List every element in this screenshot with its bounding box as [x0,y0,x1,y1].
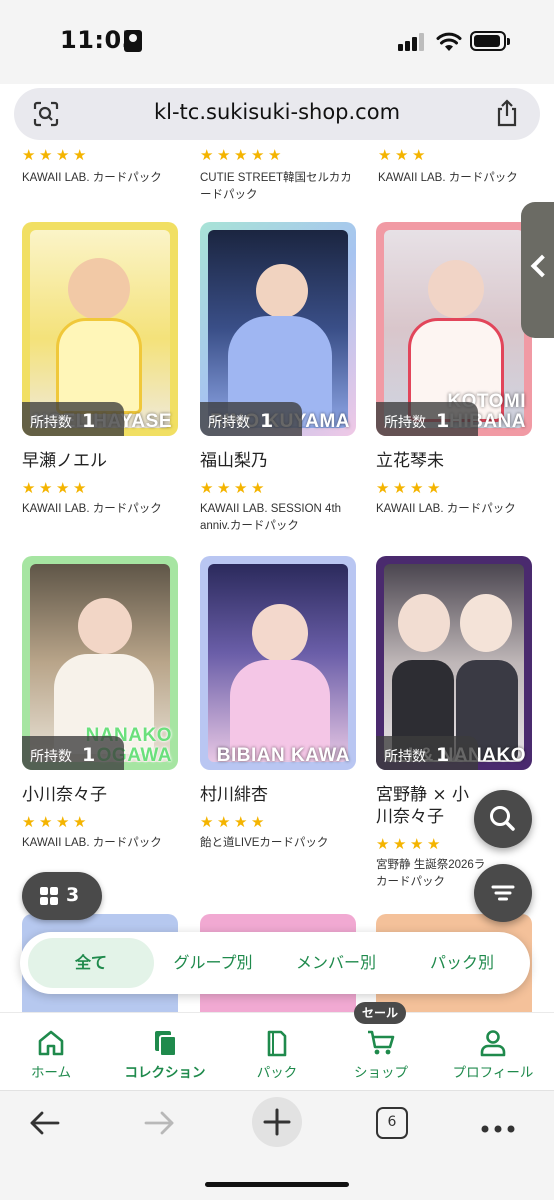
battery-icon [470,31,510,51]
member-name: 小川奈々子 [22,785,107,805]
pack-name: KAWAII LAB. カードパック [378,172,518,184]
side-drawer-handle[interactable] [521,202,554,338]
wifi-icon [436,32,462,51]
plus-icon [263,1108,291,1136]
pack-name: CUTIE STREET韓国セルカカードパック [200,172,352,201]
back-icon[interactable] [26,1105,62,1141]
rarity-stars: ★ ★ ★ ★ [200,479,265,497]
more-icon[interactable] [480,1119,516,1138]
card-photo [208,230,348,428]
list-item[interactable]: ★ ★ ★ ★ ★ CUTIE STREET韓国セルカカードパック [200,148,360,204]
list-item[interactable]: ★ ★ ★ ★ KAWAII LAB. カードパック [22,148,182,187]
bottom-navigation: ホーム コレクション パック ショップ プロフィール [0,1012,554,1090]
pack-name: 宮野静 生誕祭2026ラ カードパック [376,859,486,888]
tab-by-member[interactable]: メンバー別 [272,938,400,988]
home-indicator [205,1182,349,1187]
sale-badge: セール [354,1002,406,1024]
member-card[interactable]: NOEL HAYASE 所持数1 [22,222,178,436]
filter-icon [491,885,515,901]
card-photo [30,230,170,428]
share-icon[interactable] [494,98,520,128]
rarity-stars: ★ ★ ★ ★ [22,813,87,831]
member-card[interactable]: BIBIAN KAWA [200,556,356,770]
filter-tabs: 全て グループ別 メンバー別 パック別 [20,932,530,994]
grid-icon [40,887,58,905]
home-icon [38,1030,64,1056]
rarity-stars: ★ ★ ★ [378,146,426,164]
member-card[interactable]: RINO KUYAMA 所持数1 [200,222,356,436]
owned-count-badge: 所持数 1 [200,402,302,436]
rarity-stars: ★ ★ ★ ★ [200,813,265,831]
member-name: 立花琴未 [376,451,444,471]
search-icon [490,806,515,831]
pack-name: KAWAII LAB. カードパック [376,503,516,515]
nav-profile[interactable]: プロフィール [438,1029,548,1081]
card-photo [384,564,524,762]
grid-layout-toggle[interactable]: 3 [22,872,102,920]
url-text[interactable]: kl-tc.sukisuki-shop.com [14,100,540,124]
pack-name: 飴と道LIVEカードパック [200,837,329,849]
new-tab-button[interactable] [252,1097,302,1147]
member-card[interactable]: NANAKO OGAWA 所持数 1 [22,556,178,770]
rarity-stars: ★ ★ ★ ★ [376,835,441,853]
nav-home[interactable]: ホーム [0,1029,106,1081]
card-photo [208,564,348,762]
tab-by-pack[interactable]: パック別 [400,938,524,988]
list-item[interactable]: 村川緋杏 ★ ★ ★ ★ 飴と道LIVEカードパック [200,784,360,852]
list-item[interactable]: 小川奈々子 ★ ★ ★ ★ KAWAII LAB. カードパック [22,784,182,852]
list-item[interactable]: 福山梨乃 ★ ★ ★ ★ KAWAII LAB. SESSION 4th anniv.… [200,450,360,535]
member-name: 早瀬ノエル [22,451,107,471]
owned-count-badge: 所持数 1 [22,402,124,436]
tab-by-group[interactable]: グループ別 [154,938,272,988]
card-name: BIBIAN KAWA [216,745,350,766]
member-card[interactable]: KOTOMI HIBANA 所持数 1 [376,222,532,436]
rarity-stars: ★ ★ ★ ★ [22,146,87,164]
owned-count-badge: 所持数 1 [376,736,478,770]
member-card[interactable]: I & NANAKO 所持数1 [376,556,532,770]
pack-icon [267,1030,287,1057]
nav-shop[interactable]: ショップ [326,1029,436,1081]
cart-icon [368,1030,395,1055]
rarity-stars: ★ ★ ★ ★ [22,479,87,497]
list-item[interactable]: ★ ★ ★ KAWAII LAB. カードパック [378,148,538,187]
rarity-stars: ★ ★ ★ ★ ★ [200,146,282,164]
contact-badge-icon [124,30,142,52]
pack-name: KAWAII LAB. カードパック [22,503,162,515]
member-name: 村川緋杏 [200,785,268,805]
owned-count-badge: 所持数 1 [376,402,478,436]
pack-name: KAWAII LAB. カードパック [22,837,162,849]
list-item[interactable]: 宮野静 × 小川奈々子 ★ ★ ★ ★ 宮野静 生誕祭2026ラ カードパック [376,784,486,891]
owned-count-badge: 所持数 1 [22,736,124,770]
pack-name: KAWAII LAB. SESSION 4th anniv.カードパック [200,503,342,532]
search-button[interactable] [474,790,532,848]
member-name: 宮野静 × 小川奈々子 [376,785,470,827]
nav-pack[interactable]: パック [222,1029,332,1081]
profile-icon [480,1030,506,1057]
cellular-signal-icon [398,33,426,51]
tab-all[interactable]: 全て [28,938,154,988]
list-item[interactable]: 立花琴未 ★ ★ ★ ★ KAWAII LAB. カードパック [376,450,536,518]
address-bar[interactable]: kl-tc.sukisuki-shop.com [14,88,540,140]
nav-collection[interactable]: コレクション [110,1029,220,1081]
filter-button[interactable] [474,864,532,922]
grid-column-count: 3 [66,884,80,906]
member-name: 福山梨乃 [200,451,268,471]
rarity-stars: ★ ★ ★ ★ [376,479,441,497]
pack-name: KAWAII LAB. カードパック [22,172,162,184]
status-bar: 11:05 [0,0,554,84]
forward-icon[interactable] [142,1105,178,1141]
list-item[interactable]: 早瀬ノエル ★ ★ ★ ★ KAWAII LAB. カードパック [22,450,182,518]
collection-icon [155,1031,177,1057]
tabs-icon[interactable]: 6 [376,1107,408,1139]
